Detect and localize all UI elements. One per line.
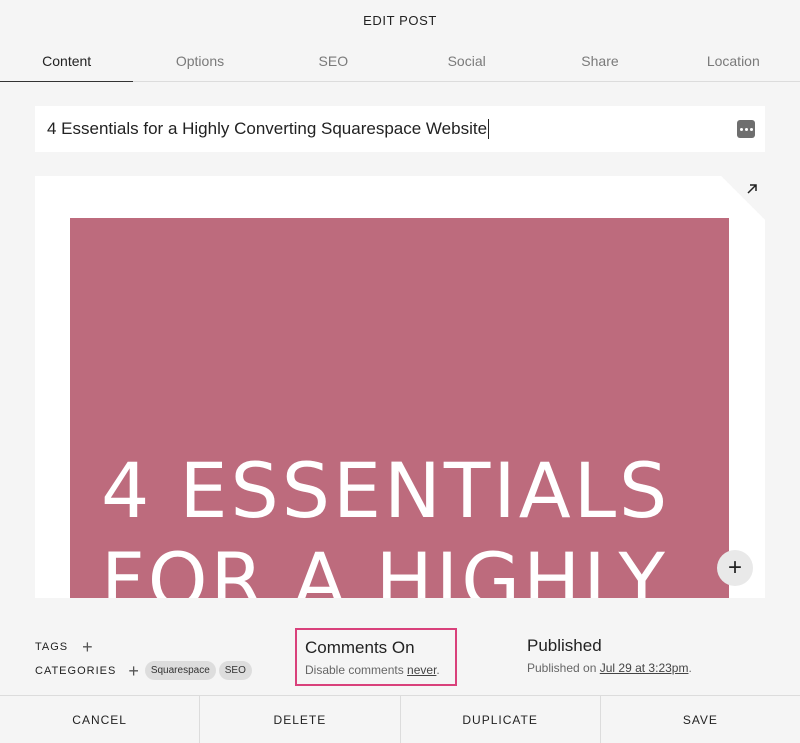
dialog-title: EDIT POST (363, 12, 437, 28)
publish-title: Published (527, 636, 602, 655)
footer-actions: CANCEL DELETE DUPLICATE SAVE (0, 695, 800, 743)
delete-button[interactable]: DELETE (200, 696, 401, 743)
tags-label: TAGS (35, 641, 69, 653)
tab-bar: Content Options SEO Social Share Locatio… (0, 40, 800, 82)
cancel-button[interactable]: CANCEL (0, 696, 201, 743)
post-title-field[interactable]: 4 Essentials for a Highly Converting Squ… (35, 106, 765, 152)
add-tag-icon[interactable]: + (82, 638, 93, 656)
publish-status[interactable]: Published Published on Jul 29 at 3:23pm. (527, 636, 692, 675)
image-text: 4 ESSENTIALS FOR A HIGHLY (101, 446, 671, 598)
add-block-button[interactable]: + (717, 550, 753, 586)
comments-title: Comments On (305, 638, 415, 657)
tab-seo[interactable]: SEO (267, 40, 400, 81)
featured-image-block[interactable]: 4 ESSENTIALS FOR A HIGHLY (70, 218, 729, 598)
tags-row: TAGS + (35, 638, 93, 656)
plus-icon: + (727, 554, 742, 581)
add-category-icon[interactable]: + (128, 662, 139, 680)
duplicate-button[interactable]: DUPLICATE (401, 696, 601, 743)
comments-subtext: Disable comments never. (305, 663, 440, 677)
publish-subtext: Published on Jul 29 at 3:23pm. (527, 661, 692, 675)
more-icon[interactable] (737, 120, 755, 138)
tab-options[interactable]: Options (133, 40, 266, 81)
post-title-input[interactable]: 4 Essentials for a Highly Converting Squ… (47, 119, 737, 140)
publish-date-link[interactable]: Jul 29 at 3:23pm (600, 661, 689, 675)
category-chip[interactable]: SEO (218, 661, 252, 680)
comments-setting[interactable]: Comments On Disable comments never. (295, 628, 457, 686)
categories-row: CATEGORIES + Squarespace SEO (35, 661, 252, 680)
save-button[interactable]: SAVE (601, 696, 800, 743)
tab-location[interactable]: Location (667, 40, 800, 81)
disable-comments-link[interactable]: never (407, 663, 436, 677)
expand-arrow-icon[interactable] (745, 182, 759, 196)
category-chip[interactable]: Squarespace (144, 661, 216, 680)
tab-share[interactable]: Share (533, 40, 666, 81)
tab-social[interactable]: Social (400, 40, 533, 81)
categories-label: CATEGORIES (35, 664, 117, 677)
content-editor[interactable]: 4 ESSENTIALS FOR A HIGHLY + (35, 176, 765, 598)
tab-content[interactable]: Content (0, 40, 134, 82)
